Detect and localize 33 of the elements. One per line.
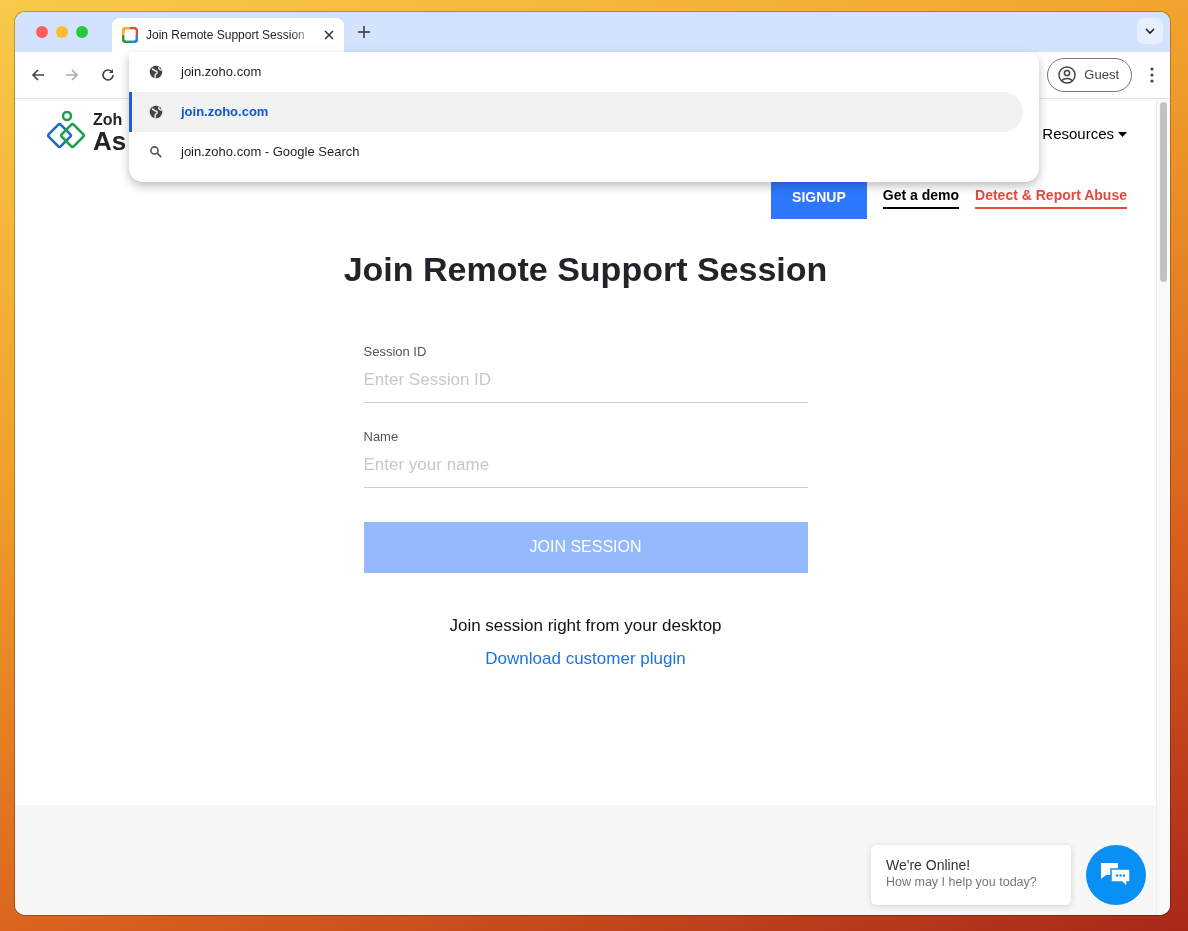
logo-text: Zoh: [93, 112, 124, 128]
page-title: Join Remote Support Session: [343, 249, 828, 290]
favicon-icon: [122, 27, 138, 43]
new-tab-icon[interactable]: [358, 26, 370, 38]
globe-icon: [149, 65, 163, 79]
download-plugin-link[interactable]: Download customer plugin: [485, 646, 686, 672]
profile-button[interactable]: Guest: [1047, 58, 1132, 92]
header-link[interactable]: Get a demo: [882, 185, 960, 209]
suggestion-item[interactable]: join.zoho.com: [129, 92, 1023, 132]
suggestion-item[interactable]: join.zoho.com - Google Search: [129, 132, 1023, 172]
desktop-note: Join session right from your desktop: [449, 614, 722, 637]
forward-icon: [65, 68, 79, 82]
search-icon: [149, 145, 163, 159]
tab-list-icon[interactable]: [1137, 18, 1163, 44]
scrollbar-thumb[interactable]: [1160, 102, 1167, 282]
person-icon: [1058, 66, 1077, 84]
header-link[interactable]: Detect & Report Abuse: [975, 185, 1127, 209]
field-label: Name: [363, 427, 400, 446]
field-label: Session ID: [363, 342, 428, 361]
close-window-icon[interactable]: [36, 26, 48, 38]
menu-icon[interactable]: [1150, 67, 1154, 83]
reload-icon[interactable]: [101, 68, 115, 82]
chat-bubble[interactable]: We're Online! How may I help you today?: [871, 845, 1071, 905]
chat-subtitle: How may I help you today?: [886, 873, 1038, 891]
logo-text: As: [93, 128, 127, 154]
nav-link[interactable]: Resources: [1042, 123, 1127, 146]
browser-tab[interactable]: Join Remote Support Session: [112, 18, 344, 52]
close-tab-icon[interactable]: [324, 30, 334, 40]
caret-icon: [1118, 131, 1127, 137]
chat-title: We're Online!: [886, 857, 972, 874]
suggestion-item[interactable]: join.zoho.com: [129, 52, 1023, 92]
back-icon[interactable]: [31, 68, 45, 82]
globe-icon: [149, 105, 163, 119]
